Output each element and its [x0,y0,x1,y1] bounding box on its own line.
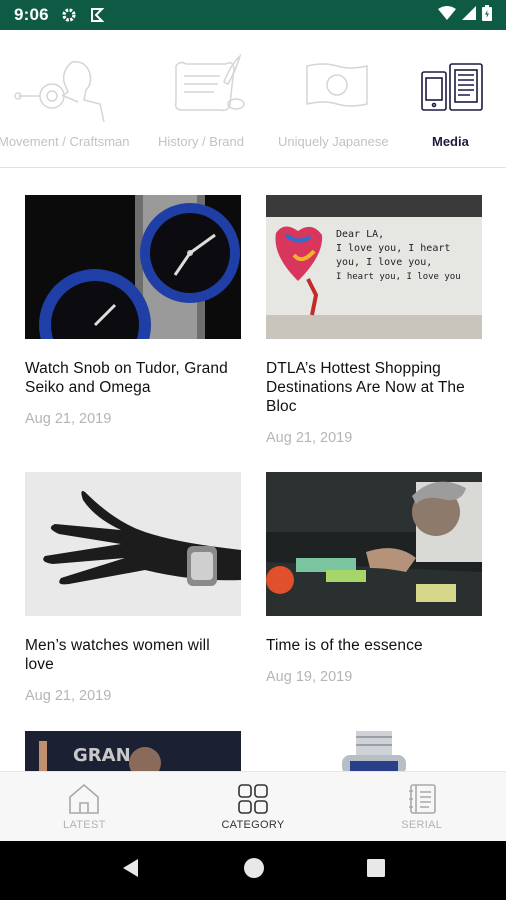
store-icon [89,7,105,23]
category-label: Movement / Craftsman [0,134,130,149]
article-feed[interactable]: Watch Snob on Tudor, Grand Seiko and Ome… [0,169,506,771]
article-thumbnail [266,731,482,771]
article-card[interactable]: GRAN [25,731,241,771]
category-movement-craftsman[interactable]: Movement / Craftsman [0,30,148,167]
category-uniquely-japanese[interactable]: Uniquely Japanese [272,30,402,167]
article-card[interactable]: Men’s watches women will love Aug 21, 20… [25,472,241,704]
event-photo: GRAN [25,731,241,771]
category-label: History / Brand [158,134,244,149]
article-card[interactable]: Dear LA, I love you, I heart you, I love… [266,195,482,446]
mural-line: I love you, I heart [336,243,450,254]
article-thumbnail [25,195,241,339]
status-bar: 9:06 [0,0,506,30]
signal-icon [462,5,476,25]
watches-photo [25,195,241,339]
article-date: Aug 21, 2019 [25,688,112,704]
home-icon [69,783,100,814]
article-title: DTLA’s Hottest Shopping Destinations Are… [266,360,465,415]
nav-label: CATEGORY [221,819,285,831]
article-thumbnail [25,472,241,616]
bracelet-watch-photo [342,731,406,771]
japan-flag-icon [306,63,368,107]
system-navigation-bar [0,841,506,900]
back-icon[interactable] [120,857,142,884]
wifi-icon [438,5,456,25]
article-date: Aug 21, 2019 [266,430,353,446]
nav-serial[interactable]: SERIAL [337,772,506,841]
scroll-quill-icon [174,53,245,112]
media-devices-icon [421,63,483,111]
battery-icon [482,4,492,26]
article-card[interactable]: Time is of the essence Aug 19, 2019 [266,472,482,685]
article-title: Time is of the essence [266,637,423,654]
recents-icon[interactable] [366,858,386,883]
nav-category[interactable]: CATEGORY [169,772,338,841]
article-thumbnail [266,472,482,616]
mural-photo: Dear LA, I love you, I heart you, I love… [266,195,482,339]
category-label: Media [432,134,469,149]
mural-line: you, I love you, [336,257,432,268]
craftsman-icon [14,61,105,123]
article-thumbnail: Dear LA, I love you, I heart you, I love… [266,195,482,339]
mural-line: I heart you, I love you [336,272,461,282]
article-date: Aug 21, 2019 [25,411,112,427]
status-time: 9:06 [14,5,49,24]
category-label: Uniquely Japanese [278,134,389,149]
mural-line: Dear LA, [336,229,384,240]
article-date: Aug 19, 2019 [266,669,353,685]
article-card[interactable] [266,731,482,771]
article-title: Men’s watches women will love [25,637,210,673]
article-card[interactable]: Watch Snob on Tudor, Grand Seiko and Ome… [25,195,241,427]
category-bar: Movement / Craftsman History / Brand Uni… [0,30,506,168]
nav-label: SERIAL [401,819,443,831]
watchmaker-photo [266,472,482,616]
category-media[interactable]: Media [404,30,506,167]
category-history-brand[interactable]: History / Brand [150,30,270,167]
thumb-text: GRAN [73,745,131,766]
grid-icon [238,784,268,814]
home-button-icon[interactable] [243,857,265,884]
article-thumbnail: GRAN [25,731,241,771]
settings-icon [61,7,77,23]
bottom-navigation: LATEST CATEGORY SERIAL [0,771,506,841]
book-icon [408,784,436,814]
hand-watch-photo [25,472,241,616]
nav-label: LATEST [63,819,106,831]
nav-latest[interactable]: LATEST [0,772,169,841]
article-title: Watch Snob on Tudor, Grand Seiko and Ome… [25,360,228,396]
